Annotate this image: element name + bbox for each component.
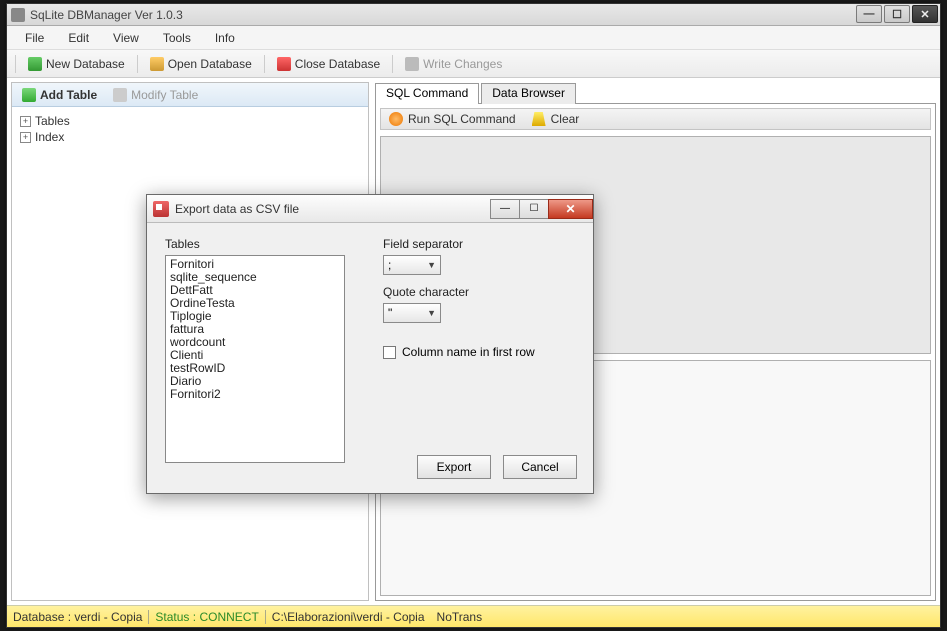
menu-file[interactable]: File <box>13 28 56 48</box>
close-database-button[interactable]: Close Database <box>271 55 386 73</box>
column-name-label: Column name in first row <box>402 345 535 359</box>
quote-character-combo[interactable]: " ▼ <box>383 303 441 323</box>
export-csv-dialog: Export data as CSV file — ☐ ✕ Tables For… <box>146 194 594 494</box>
modify-table-icon <box>113 88 127 102</box>
new-database-button[interactable]: New Database <box>22 55 131 73</box>
tables-listbox[interactable]: Fornitorisqlite_sequenceDettFattOrdineTe… <box>165 255 345 463</box>
ptb-label: Modify Table <box>131 88 198 102</box>
dialog-close-button[interactable]: ✕ <box>548 199 593 219</box>
chevron-down-icon: ▼ <box>427 260 436 270</box>
menu-tools[interactable]: Tools <box>151 28 203 48</box>
tb-label: Write Changes <box>423 57 502 71</box>
window-title: SqLite DBManager Ver 1.0.3 <box>30 8 936 22</box>
dialog-titlebar[interactable]: Export data as CSV file — ☐ ✕ <box>147 195 593 223</box>
write-changes-button[interactable]: Write Changes <box>399 55 508 73</box>
dialog-minimize-button[interactable]: — <box>490 199 520 219</box>
export-button[interactable]: Export <box>417 455 491 479</box>
combo-value: " <box>388 306 392 320</box>
open-database-button[interactable]: Open Database <box>144 55 258 73</box>
table-toolbar: Add Table Modify Table <box>12 83 368 107</box>
status-database: Database : verdi - Copia <box>13 610 142 624</box>
menu-edit[interactable]: Edit <box>56 28 101 48</box>
tree-label: Tables <box>35 114 70 128</box>
tab-data-browser[interactable]: Data Browser <box>481 83 576 104</box>
field-separator-label: Field separator <box>383 237 535 251</box>
modify-table-button[interactable]: Modify Table <box>107 86 204 104</box>
column-name-checkbox[interactable] <box>383 346 396 359</box>
chevron-down-icon: ▼ <box>427 308 436 318</box>
clear-icon <box>532 112 546 126</box>
tree-node-tables[interactable]: + Tables <box>20 113 360 129</box>
tb-label: Close Database <box>295 57 380 71</box>
tb-label: New Database <box>46 57 125 71</box>
cancel-button[interactable]: Cancel <box>503 455 577 479</box>
main-toolbar: New Database Open Database Close Databas… <box>7 50 940 78</box>
expand-icon[interactable]: + <box>20 116 31 127</box>
ptb-label: Add Table <box>40 88 97 102</box>
list-item[interactable]: Fornitori2 <box>170 388 340 401</box>
run-icon <box>389 112 403 126</box>
add-table-icon <box>22 88 36 102</box>
menubar: File Edit View Tools Info <box>7 26 940 50</box>
minimize-button[interactable]: — <box>856 5 882 23</box>
tab-sql-command[interactable]: SQL Command <box>375 83 479 104</box>
menu-view[interactable]: View <box>101 28 151 48</box>
close-button[interactable]: ✕ <box>912 5 938 23</box>
statusbar: Database : verdi - Copia Status : CONNEC… <box>7 605 940 627</box>
add-table-button[interactable]: Add Table <box>16 86 103 104</box>
tree-label: Index <box>35 130 64 144</box>
maximize-button[interactable]: ☐ <box>884 5 910 23</box>
database-close-icon <box>277 57 291 71</box>
dialog-maximize-button[interactable]: ☐ <box>519 199 549 219</box>
dialog-body: Tables Fornitorisqlite_sequenceDettFattO… <box>147 223 593 493</box>
run-sql-button[interactable]: Run SQL Command <box>389 112 516 126</box>
database-new-icon <box>28 57 42 71</box>
dialog-app-icon <box>153 201 169 217</box>
tab-row: SQL Command Data Browser <box>375 82 936 103</box>
status-connection: Status : CONNECT <box>155 610 258 624</box>
sql-tb-label: Clear <box>551 112 580 126</box>
status-path: C:\Elaborazioni\verdi - Copia <box>272 610 425 624</box>
database-open-icon <box>150 57 164 71</box>
quote-character-label: Quote character <box>383 285 535 299</box>
combo-value: ; <box>388 258 391 272</box>
sql-tb-label: Run SQL Command <box>408 112 516 126</box>
sql-toolbar: Run SQL Command Clear <box>380 108 931 130</box>
menu-info[interactable]: Info <box>203 28 247 48</box>
app-icon <box>11 8 25 22</box>
expand-icon[interactable]: + <box>20 132 31 143</box>
tb-label: Open Database <box>168 57 252 71</box>
clear-sql-button[interactable]: Clear <box>532 112 580 126</box>
titlebar: SqLite DBManager Ver 1.0.3 — ☐ ✕ <box>7 4 940 26</box>
field-separator-combo[interactable]: ; ▼ <box>383 255 441 275</box>
write-icon <box>405 57 419 71</box>
tree-node-index[interactable]: + Index <box>20 129 360 145</box>
status-transaction: NoTrans <box>437 610 483 624</box>
dialog-title: Export data as CSV file <box>175 202 491 216</box>
